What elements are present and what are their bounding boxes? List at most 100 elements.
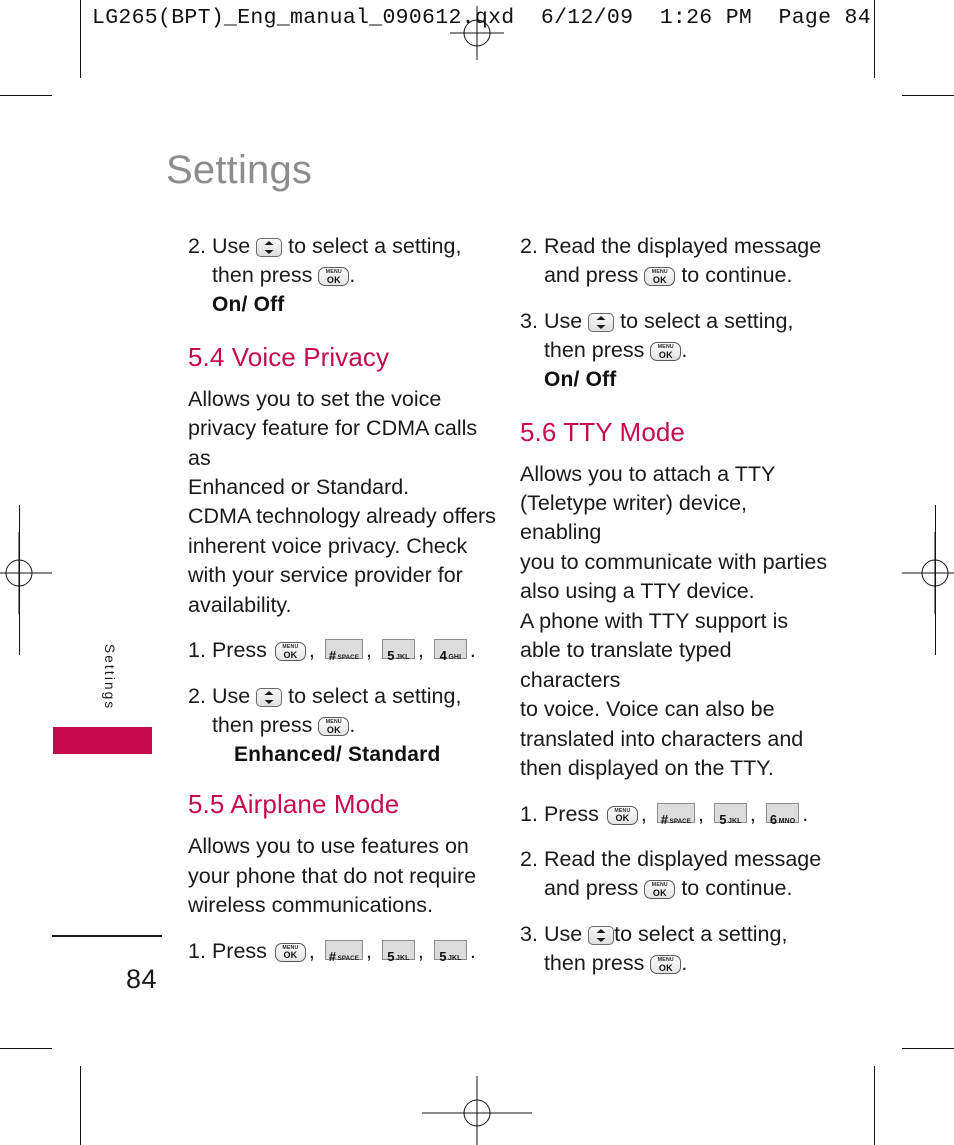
navigation-key-icon [256,687,283,707]
separator: , [365,638,372,663]
crop-mark-bottom-right-v [874,1066,875,1145]
step-number: 2. [520,234,538,258]
crop-mark-top-right-v [874,0,875,78]
menu-ok-key-icon: MENU OK [644,267,676,287]
paragraph-line: availability. [188,592,292,617]
separator: , [749,801,756,826]
crop-mark-top-left [0,95,52,96]
step-text: Use to select a setting, then press MENU… [544,920,788,979]
step-text-part: to continue. [681,263,793,288]
step-number: 1. [188,638,206,663]
paragraph-line: (Teletype writer) device, enabling [520,491,748,545]
key-letters: MNO [778,817,796,825]
key-digit: # [328,648,337,664]
section-heading-tty-mode: 5.6 TTY Mode [520,416,685,447]
step-text-part: . [681,951,688,976]
step-number: 1. [188,938,206,963]
key-digit: 5 [387,948,395,964]
press-label: Press [211,638,267,663]
menu-ok-key-icon: MENU OK [274,642,306,662]
paragraph-line: you to communicate with parties [520,549,828,574]
step-number: 3. [520,308,538,333]
step-text-part: to select a setting, [288,234,462,258]
separator: , [417,638,424,663]
menu-ok-key-icon: MENU OK [650,342,682,362]
crop-mark-top-left-v [80,0,81,78]
separator: . [802,801,809,826]
key-digit: # [660,811,669,827]
step-item: 2. Use to select a setting, then press M… [188,682,500,770]
key-5-jkl-icon: 5 JKL [381,639,415,663]
option-values: On/ Off [211,292,285,316]
side-tab-bar [53,727,152,754]
paragraph-line: CDMA technology already offers [188,504,496,529]
key-4-ghi-icon: 4 GHI [433,639,467,663]
step-text-part: to select a setting, [620,308,794,333]
step-text: Read the displayed message and press MEN… [544,845,821,904]
press-label: Press [211,938,267,963]
step-text-part: Use [211,234,251,258]
crop-mark-bottom-right [902,1048,954,1049]
step-item: 3. Use to select a setting, then press M… [520,307,832,395]
step-text-part: and press [543,263,639,288]
key-letters: SPACE [337,654,359,662]
separator: , [365,938,372,963]
menu-key-bottom-label: OK [283,950,298,961]
step-text: Use to select a setting, then press MENU… [212,232,462,320]
separator: , [640,801,647,826]
step-text: Use to select a setting, then press MENU… [544,307,794,395]
key-sequence-row: Press MENU OK , # SPACE, 5 JKL, 5 JKL. [212,937,478,966]
section-paragraph-airplane-mode: Allows you to use features on your phone… [188,832,500,920]
step-text-part: to continue. [681,876,793,901]
page-footer-rule [52,935,162,937]
paragraph-line: Allows you to set the voice [188,386,442,411]
separator: , [308,938,315,963]
separator: . [469,938,476,963]
hash-space-key-icon: # SPACE [656,802,695,827]
paragraph-line: with your service provider for [188,563,463,588]
key-digit: 5 [719,811,727,827]
step-text-part: Use [543,921,583,946]
step-text-part: Use [543,308,583,333]
menu-key-bottom-label: OK [658,349,673,360]
menu-key-bottom-label: OK [615,813,630,824]
key-letters: SPACE [337,954,359,962]
step-text-part: then press [543,951,645,976]
paragraph-line: A phone with TTY support is [520,608,789,633]
step-item: 1. Press MENU OK , # SPACE, 5 JKL, 4 GHI. [188,636,500,665]
step-item: 1. Press MENU OK , # SPACE, 5 JKL, 6 MNO. [520,800,832,829]
paragraph-line: to voice. Voice can also be [520,697,775,722]
step-number: 3. [520,921,538,946]
section-paragraph-voice-privacy: Allows you to set the voice privacy feat… [188,385,500,621]
menu-key-bottom-label: OK [652,887,667,898]
step-text-part: . [349,263,356,288]
step-item: 2. Read the displayed message and press … [520,845,832,904]
option-values: Enhanced/ Standard [233,742,441,766]
step-text: Use to select a setting, then press MENU… [212,682,462,770]
paragraph-line: then displayed on the TTY. [520,756,774,781]
menu-key-bottom-label: OK [326,724,341,735]
key-letters: SPACE [669,817,691,825]
menu-ok-key-icon: MENU OK [274,942,306,962]
section-heading-voice-privacy: 5.4 Voice Privacy [188,341,390,372]
step-text-part: Use [211,683,251,708]
step-text-part: and press [543,876,639,901]
key-digit: # [328,948,337,964]
menu-ok-key-icon: MENU OK [318,717,350,737]
key-letters: JKL [396,654,410,662]
side-rule-right [935,505,936,655]
menu-key-bottom-label: OK [658,962,673,973]
page-title: Settings [166,148,313,192]
step-item: 2. Use to select a setting, then press M… [188,232,500,320]
menu-ok-key-icon: MENU OK [650,955,682,975]
step-text-part: . [349,713,356,738]
menu-ok-key-icon: MENU OK [318,267,350,287]
hash-space-key-icon: # SPACE [324,939,363,964]
key-6-mno-icon: 6 MNO [765,802,800,826]
paragraph-line: privacy feature for CDMA calls as [188,416,478,470]
step-item: 2. Read the displayed message and press … [520,232,832,291]
step-number: 2. [188,234,206,258]
section-paragraph-tty-mode: Allows you to attach a TTY (Teletype wri… [520,460,832,784]
file-header-text: LG265(BPT)_Eng_manual_090612.qxd 6/12/09… [92,6,871,30]
paragraph-line: Allows you to attach a TTY [520,461,776,486]
